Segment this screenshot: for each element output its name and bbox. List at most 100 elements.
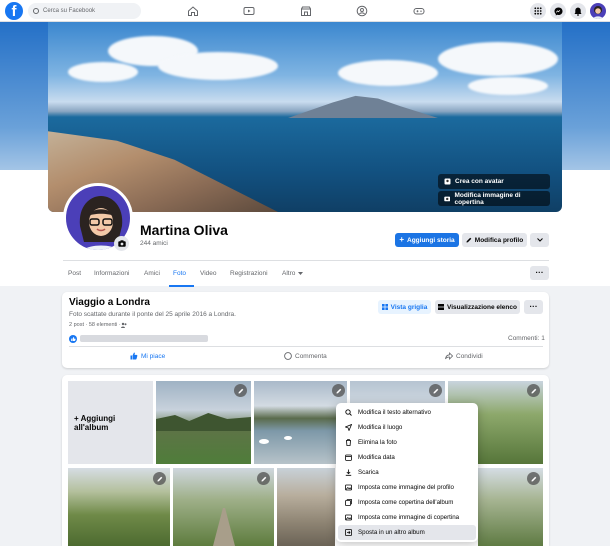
edit-cover-label: Modifica immagine di copertina — [454, 191, 521, 206]
tabs-more-button[interactable]: ··· — [530, 266, 549, 280]
menu-item-set-album-cover[interactable]: Imposta come copertina dell'album — [338, 495, 476, 510]
edit-photo-button[interactable] — [332, 384, 345, 397]
comment-icon — [284, 352, 292, 360]
menu-item-label: Modifica data — [358, 454, 395, 461]
photo-swan — [284, 436, 292, 440]
create-avatar-button[interactable]: Crea con avatar — [438, 174, 550, 189]
tab-photos[interactable]: Foto — [173, 270, 186, 277]
menu-item-set-cover-photo[interactable]: Imposta come immagine di copertina — [338, 510, 476, 525]
profile-divider — [63, 260, 549, 261]
edit-photo-button[interactable] — [527, 384, 540, 397]
tab-videos[interactable]: Video — [200, 270, 217, 277]
edit-profile-button[interactable]: Modifica profilo — [462, 233, 527, 247]
tab-post[interactable]: Post — [68, 270, 81, 277]
grid-view-button[interactable]: Vista griglia — [378, 300, 431, 314]
pencil-icon — [433, 388, 438, 393]
cover-cloud — [338, 60, 438, 86]
album-meta-text: 2 post · 58 elementi · — [69, 322, 121, 328]
edit-photo-button[interactable] — [257, 472, 270, 485]
menu-item-edit-alt-text[interactable]: Modifica il testo alternativo — [338, 405, 476, 420]
camera-icon — [117, 240, 126, 247]
grid-icon — [381, 304, 388, 310]
edit-photo-button[interactable] — [153, 472, 166, 485]
pencil-icon — [531, 476, 536, 481]
move-album-icon — [345, 529, 352, 536]
camera-icon — [444, 196, 451, 202]
add-story-button[interactable]: + Aggiungi storia — [395, 233, 459, 247]
cover-cloud — [68, 62, 138, 82]
change-profile-picture-button[interactable] — [114, 236, 129, 251]
menu-item-label: Imposta come immagine di copertina — [358, 514, 460, 521]
share-icon — [445, 352, 453, 360]
like-reaction-icon[interactable] — [69, 335, 77, 343]
top-navigation-bar: f Cerca su Facebook — [0, 0, 610, 22]
user-avatar-icon — [593, 6, 603, 19]
edit-photo-button[interactable] — [429, 384, 442, 397]
menu-item-set-profile-picture[interactable]: Imposta come immagine del profilo — [338, 480, 476, 495]
caret-down-icon — [298, 272, 304, 275]
cover-cloud — [158, 52, 278, 80]
edit-profile-label: Modifica profilo — [474, 236, 524, 244]
cover-cloud — [438, 42, 558, 76]
search-input[interactable]: Cerca su Facebook — [28, 3, 141, 19]
edit-cover-button[interactable]: Modifica immagine di copertina — [438, 191, 550, 206]
notifications-button[interactable] — [570, 3, 586, 19]
menu-item-edit-location[interactable]: Modifica il luogo — [338, 420, 476, 435]
menu-item-delete-photo[interactable]: Elimina la foto — [338, 435, 476, 450]
bell-icon — [574, 7, 582, 16]
add-to-album-line2: all'album — [74, 422, 109, 432]
grid-icon — [534, 7, 542, 15]
edit-photo-button[interactable] — [527, 472, 540, 485]
album-photo[interactable] — [254, 381, 347, 464]
menu-item-edit-date[interactable]: Modifica data — [338, 450, 476, 465]
menu-item-move-to-album[interactable]: Sposta in un altro album — [338, 525, 476, 540]
download-icon — [345, 469, 352, 476]
album-photo[interactable] — [277, 468, 335, 546]
like-button[interactable]: Mi piace — [130, 352, 165, 360]
video-icon[interactable] — [243, 5, 255, 17]
tab-friends[interactable]: Amici — [144, 270, 160, 277]
comment-button[interactable]: Commenta — [284, 352, 327, 360]
pencil-icon — [466, 237, 472, 243]
messenger-button[interactable] — [550, 3, 566, 19]
groups-icon[interactable] — [356, 5, 368, 17]
comments-count[interactable]: Commenti: 1 — [508, 335, 545, 342]
menu-item-label: Scarica — [358, 469, 379, 476]
album-photo[interactable] — [478, 468, 543, 546]
album-photo[interactable] — [156, 381, 251, 464]
home-icon[interactable] — [187, 5, 199, 17]
reactions-names-redacted — [80, 335, 208, 342]
pencil-icon — [261, 476, 266, 481]
facebook-logo[interactable]: f — [5, 2, 23, 20]
plus-icon: + — [399, 235, 404, 244]
tab-check-ins[interactable]: Registrazioni — [230, 270, 268, 277]
marketplace-icon[interactable] — [300, 5, 312, 17]
photo-path — [213, 508, 235, 546]
account-avatar[interactable] — [590, 3, 606, 19]
profile-more-button[interactable] — [530, 233, 549, 247]
list-icon — [438, 304, 445, 310]
album-photo[interactable] — [68, 468, 170, 546]
profile-name: Martina Oliva — [140, 222, 228, 238]
tab-info[interactable]: Informazioni — [94, 270, 129, 277]
add-to-album-tile[interactable]: + Aggiungi all'album — [68, 381, 153, 464]
search-icon — [33, 8, 39, 14]
tab-more[interactable]: Altro — [282, 270, 304, 277]
thumbs-up-icon — [130, 352, 138, 360]
comment-label: Commenta — [295, 352, 327, 360]
gaming-icon[interactable] — [413, 5, 425, 17]
list-view-button[interactable]: Visualizzazione elenco — [435, 300, 520, 314]
friends-count[interactable]: 244 amici — [140, 240, 168, 247]
menu-item-download[interactable]: Scarica — [338, 465, 476, 480]
album-more-button[interactable]: ··· — [524, 300, 543, 314]
album-photo[interactable] — [173, 468, 274, 546]
share-button[interactable]: Condividi — [445, 352, 483, 360]
menu-item-label: Modifica il testo alternativo — [358, 409, 431, 416]
album-title: Viaggio a Londra — [69, 297, 150, 308]
menu-item-label: Elimina la foto — [358, 439, 397, 446]
photo-swan — [259, 439, 269, 444]
photo-context-menu: Modifica il testo alternativo Modifica i… — [336, 403, 478, 542]
menu-grid-button[interactable] — [530, 3, 546, 19]
edit-photo-button[interactable] — [234, 384, 247, 397]
calendar-icon — [345, 454, 352, 461]
